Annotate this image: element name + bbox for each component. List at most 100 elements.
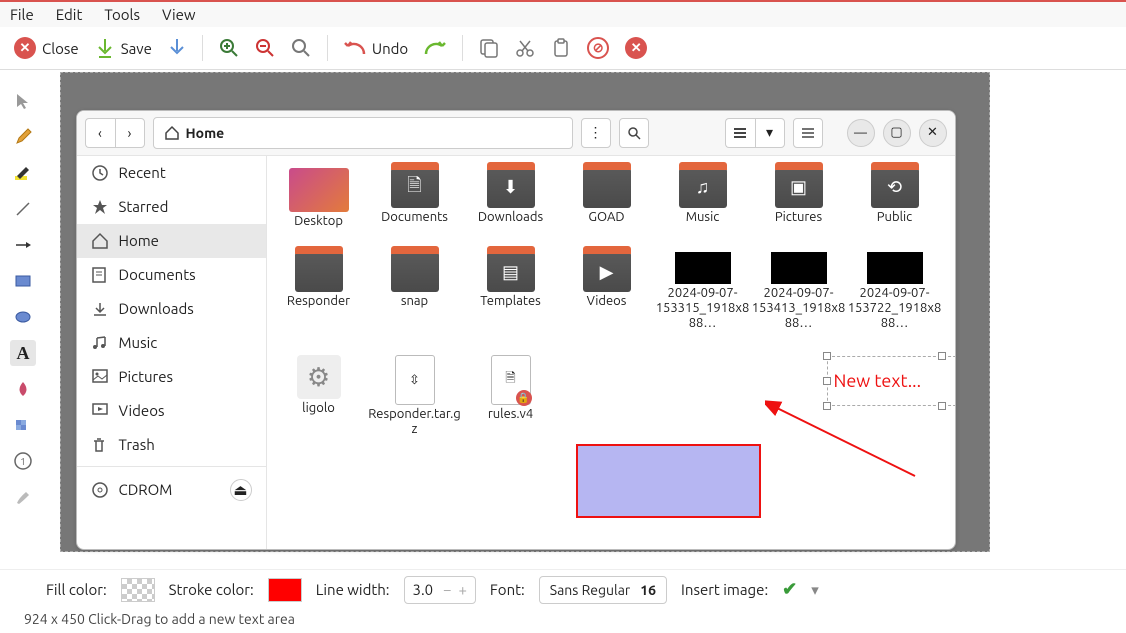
stroke-color-label: Stroke color: [169, 581, 254, 598]
canvas-container: A 1 ‹ › Home ⋮ [0, 70, 1126, 556]
zoom-in-icon [219, 38, 239, 58]
sidebar-item-starred[interactable]: Starred [77, 190, 266, 224]
insert-image-confirm[interactable]: ✔ [782, 579, 797, 600]
menu-view[interactable]: View [162, 6, 196, 23]
menu-tools[interactable]: Tools [104, 6, 140, 23]
zoom-out-icon [255, 38, 275, 58]
file-item[interactable]: ⬇Downloads [463, 168, 559, 229]
search-icon [627, 126, 641, 140]
file-item[interactable]: ▶Videos [559, 252, 655, 331]
file-grid[interactable]: Desktop🗎Documents⬇DownloadsGOAD♫Music▣Pi… [267, 156, 955, 550]
file-item[interactable]: 🗎🔒rules.v4 [463, 355, 559, 437]
pencil-tool[interactable] [10, 124, 36, 150]
undo-icon [344, 40, 366, 56]
zoom-in-button[interactable] [213, 34, 245, 62]
cut-button[interactable] [509, 34, 541, 62]
menu-edit[interactable]: Edit [56, 6, 83, 23]
close-window[interactable]: ✕ [919, 119, 947, 147]
pointer-tool[interactable] [10, 88, 36, 114]
file-manager-window: ‹ › Home ⋮ ▾ — [76, 110, 956, 550]
sidebar-item-recent[interactable]: Recent [77, 156, 266, 190]
view-dropdown[interactable]: ▾ [755, 118, 785, 148]
paste-button[interactable] [545, 34, 577, 62]
rect-tool[interactable] [10, 268, 36, 294]
file-item[interactable]: ⟲Public [847, 168, 943, 229]
no-entry-button[interactable]: ⊘ [581, 33, 615, 63]
file-item[interactable]: 2024-09-07-153722_1918x888… [847, 252, 943, 331]
file-item[interactable]: ♫Music [655, 168, 751, 229]
sidebar-item-cdrom[interactable]: CDROM⏏ [77, 471, 266, 509]
search-button[interactable] [619, 118, 649, 148]
file-item[interactable]: 2024-09-07-153413_1918x888… [751, 252, 847, 331]
eject-icon[interactable]: ⏏ [230, 479, 252, 501]
stroke-color-swatch[interactable] [268, 578, 302, 602]
sidebar-item-pictures[interactable]: Pictures [77, 360, 266, 394]
blur-tool[interactable] [10, 376, 36, 402]
delete-icon: ✕ [625, 37, 647, 59]
redo-button[interactable] [418, 36, 452, 60]
file-item[interactable]: 🗎Documents [367, 168, 463, 229]
font-chooser[interactable]: Sans Regular 16 [539, 576, 667, 604]
property-bar: Fill color: Stroke color: Line width: 3.… [0, 569, 1126, 609]
path-bar[interactable]: Home [153, 117, 573, 149]
sidebar-item-music[interactable]: Music [77, 326, 266, 360]
list-view-button[interactable] [725, 118, 755, 148]
home-icon [164, 125, 180, 141]
hamburger-menu[interactable] [793, 118, 823, 148]
file-item[interactable]: snap [367, 252, 463, 331]
sidebar-item-home[interactable]: Home [77, 224, 266, 258]
save-icon [95, 37, 115, 59]
highlighter-tool[interactable] [10, 160, 36, 186]
no-entry-icon: ⊘ [587, 37, 609, 59]
rectangle-annotation [576, 444, 761, 518]
sidebar-item-videos[interactable]: Videos [77, 394, 266, 428]
insert-image-label: Insert image: [681, 581, 768, 598]
zoom-fit-icon [291, 38, 311, 58]
linewidth-value: 3.0 [413, 581, 434, 598]
nav-forward[interactable]: › [115, 118, 145, 148]
scissors-icon [515, 38, 535, 58]
file-item[interactable]: 2024-09-07-153315_1918x888… [655, 252, 751, 331]
close-button[interactable]: ✕ Close [8, 33, 85, 63]
counter-tool[interactable]: 1 [10, 448, 36, 474]
redo-icon [424, 40, 446, 56]
file-item[interactable]: ⚙ligolo [271, 355, 367, 437]
canvas[interactable]: ‹ › Home ⋮ ▾ — [60, 72, 990, 552]
sidebar-item-documents[interactable]: Documents [77, 258, 266, 292]
menubar: File Edit Tools View [0, 2, 1126, 27]
brush-tool[interactable] [10, 484, 36, 510]
fill-color-label: Fill color: [46, 581, 107, 598]
menu-file[interactable]: File [10, 6, 34, 23]
minimize-window[interactable]: — [847, 119, 875, 147]
fm-header: ‹ › Home ⋮ ▾ — [77, 111, 955, 156]
export-button[interactable] [162, 33, 192, 63]
pixelate-tool[interactable] [10, 412, 36, 438]
zoom-out-button[interactable] [249, 34, 281, 62]
file-item[interactable]: GOAD [559, 168, 655, 229]
delete-button[interactable]: ✕ [619, 33, 653, 63]
file-item[interactable]: Responder [271, 252, 367, 331]
file-item[interactable]: Desktop [271, 168, 367, 229]
save-button[interactable]: Save [89, 33, 158, 63]
file-item[interactable]: ▣Pictures [751, 168, 847, 229]
export-icon [168, 37, 186, 59]
fm-sidebar: RecentStarredHomeDocumentsDownloadsMusic… [77, 156, 267, 550]
text-tool[interactable]: A [10, 340, 36, 366]
location-options[interactable]: ⋮ [581, 118, 611, 148]
sidebar-item-trash[interactable]: Trash [77, 428, 266, 462]
fill-color-swatch[interactable] [121, 578, 155, 602]
zoom-fit-button[interactable] [285, 34, 317, 62]
maximize-window[interactable]: ▢ [883, 119, 911, 147]
tool-strip: A 1 [0, 70, 46, 550]
file-item[interactable]: ⇳Responder.tar.gz [367, 355, 463, 437]
arrow-tool[interactable] [10, 232, 36, 258]
insert-image-dropdown[interactable]: ▾ [811, 581, 819, 599]
ellipse-tool[interactable] [10, 304, 36, 330]
line-tool[interactable] [10, 196, 36, 222]
undo-button[interactable]: Undo [338, 36, 414, 61]
file-item[interactable]: ▤Templates [463, 252, 559, 331]
linewidth-spinner[interactable]: 3.0 − + [404, 576, 476, 604]
nav-back[interactable]: ‹ [85, 118, 115, 148]
sidebar-item-downloads[interactable]: Downloads [77, 292, 266, 326]
copy-button[interactable] [473, 34, 505, 62]
